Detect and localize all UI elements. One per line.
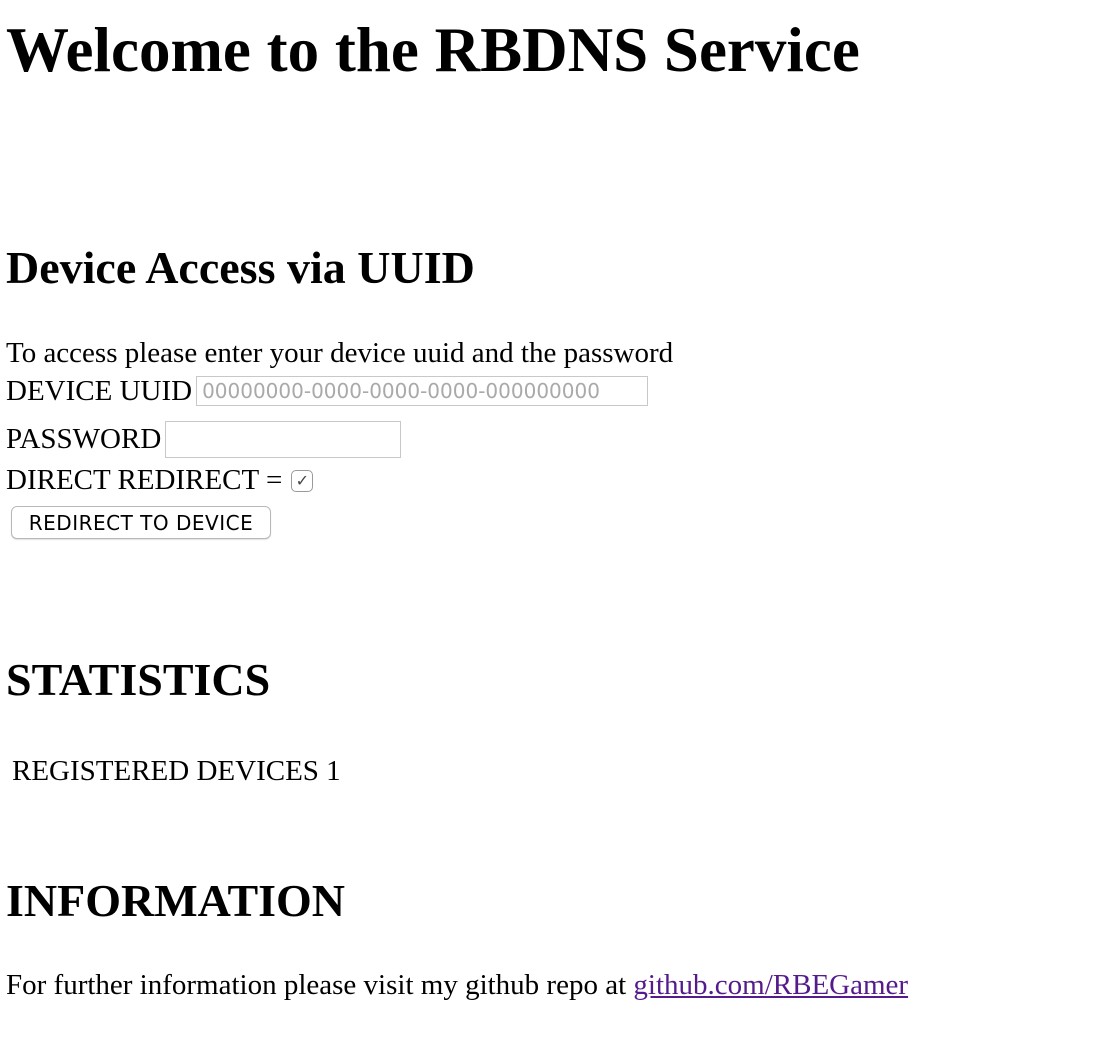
github-link[interactable]: github.com/RBEGamer — [633, 969, 908, 1001]
password-input[interactable] — [165, 421, 402, 458]
access-instructions: To access please enter your device uuid … — [6, 337, 674, 369]
device-uuid-input[interactable] — [196, 376, 649, 406]
page-title: Welcome to the RBDNS Service — [6, 15, 860, 85]
redirect-row: DIRECT REDIRECT = ✓ — [6, 464, 314, 496]
checkmark-icon: ✓ — [295, 471, 309, 490]
information-heading: INFORMATION — [6, 875, 346, 926]
statistics-heading: STATISTICS — [6, 654, 271, 705]
uuid-label: DEVICE UUID — [6, 374, 193, 407]
registered-devices: REGISTERED DEVICES 1 — [12, 757, 341, 786]
registered-devices-count: 1 — [326, 755, 341, 787]
device-access-heading: Device Access via UUID — [6, 242, 475, 293]
direct-redirect-checkbox[interactable]: ✓ — [291, 469, 314, 492]
information-body: For further information please visit my … — [6, 969, 627, 1001]
page: Welcome to the RBDNS Service Device Acce… — [0, 0, 1098, 1062]
direct-redirect-label: DIRECT REDIRECT = — [6, 464, 283, 496]
registered-devices-label: REGISTERED DEVICES — [12, 755, 319, 787]
information-text: For further information please visit my … — [6, 971, 908, 1000]
password-row: PASSWORD — [6, 421, 402, 458]
password-label: PASSWORD — [6, 423, 162, 455]
redirect-to-device-button[interactable]: REDIRECT TO DEVICE — [11, 506, 271, 539]
uuid-row: DEVICE UUID — [6, 374, 649, 407]
